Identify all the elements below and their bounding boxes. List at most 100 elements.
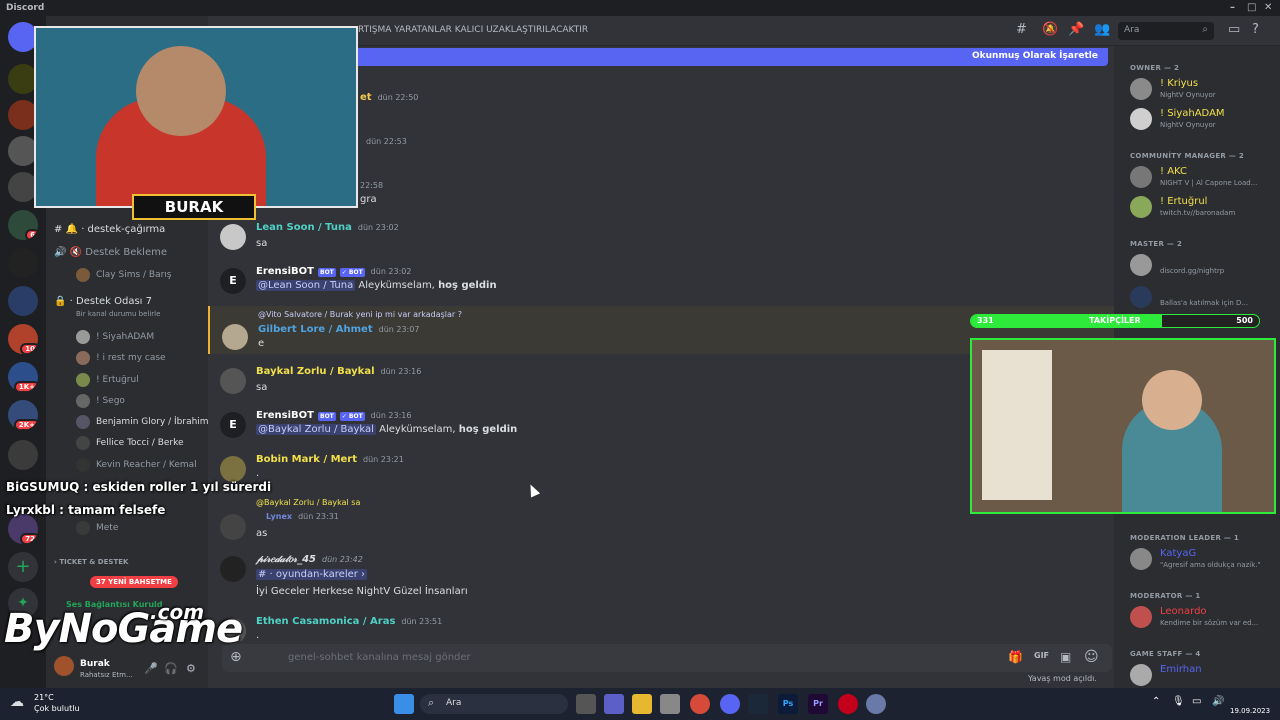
message-composer[interactable]: ⊕ genel-sohbet kanalına mesaj gönder 🎁 G… [222,644,1112,672]
member-list-icon[interactable]: 👥 [1094,22,1110,37]
pin-icon[interactable]: 📌 [1068,22,1084,37]
member-item[interactable]: ! Kriyus NightV Oynuyor [1130,76,1280,102]
voice-member[interactable]: Clay Sims / Barış [76,268,172,282]
task-view-icon[interactable] [576,694,596,714]
avatar[interactable] [220,224,246,250]
server-icon[interactable] [8,286,38,316]
server-icon[interactable]: 2K+ [8,400,38,430]
steam-icon[interactable] [748,694,768,714]
message-author[interactable]: ErensiBOT BOT ✓ BOT dün 23:16 [256,410,412,421]
teams-icon[interactable] [604,694,624,714]
discord-icon[interactable] [720,694,740,714]
member-item[interactable]: ! AKC NIGHT V | Al Capone Load... [1130,164,1280,190]
weather-icon[interactable]: ☁ [10,694,24,710]
network-icon[interactable]: ▭ [1192,696,1201,707]
member-item[interactable]: KatyaG "Agresif ama oldukça nazik." [1130,546,1280,572]
help-icon[interactable]: ? [1252,22,1259,37]
avatar[interactable] [220,514,246,540]
message-author[interactable]: ErensiBOT BOT ✓ BOT dün 23:02 [256,266,412,277]
voice-member[interactable]: ! Ertuğrul [76,373,139,387]
member-item[interactable]: discord.gg/nightrp [1130,252,1280,278]
mark-as-read-button[interactable]: Okunmuş Olarak İşaretle [972,51,1098,61]
channel-link[interactable]: # · oyundan-kareler › [256,569,368,580]
member-item[interactable]: Leonardo Kendime bir sözüm var ed... [1130,604,1280,630]
message-author[interactable]: Gilbert Lore / Ahmet dün 23:07 [258,324,419,335]
search-input[interactable]: Ara ⌕ [1118,22,1214,40]
category-ticket-destek[interactable]: › TICKET & DESTEK [54,558,128,566]
mic-tray-icon[interactable]: 🎙 [1172,696,1185,707]
message-author[interactable]: Lean Soon / Tuna dün 23:02 [256,222,399,233]
member-item[interactable]: ! Ertuğrul twitch.tv//baronadam [1130,194,1280,220]
voice-member[interactable]: ! SiyahADAM [76,330,154,344]
inbox-icon[interactable]: ▭ [1228,22,1240,37]
message-header: 22:58 [354,180,383,191]
file-explorer-icon[interactable] [632,694,652,714]
taskbar-search[interactable]: ⌕ Ara [420,694,568,714]
voice-member[interactable]: Kevin Reacher / Kemal [76,458,197,472]
server-icon[interactable]: 10 [8,324,38,354]
user-avatar[interactable] [54,656,74,676]
server-icon[interactable] [8,248,38,278]
bot-avatar[interactable]: E [220,268,246,294]
channel-destek-bekleme[interactable]: 🔊 🔇 Destek Bekleme [54,247,167,258]
gift-icon[interactable]: 🎁 [1008,650,1023,664]
headphones-icon[interactable]: 🎧 [164,662,178,675]
avatar [76,436,90,450]
tray-chevron-icon[interactable]: ⌃ [1152,696,1160,707]
new-messages-banner[interactable]: Okunmuş Olarak İşaretle [352,48,1108,66]
voice-member[interactable]: ! i rest my case [76,351,166,365]
sticker-icon[interactable]: ▣ [1060,650,1071,664]
avatar[interactable] [220,556,246,582]
settings-gear-icon[interactable]: ⚙ [186,662,196,675]
new-mentions-badge[interactable]: 37 YENİ BAHSETME [90,576,178,588]
member-item[interactable]: ! SiyahADAM NightV Oynuyor [1130,106,1280,132]
app-icon[interactable] [866,694,886,714]
avatar[interactable] [222,324,248,350]
minimize-icon[interactable]: – [1230,2,1235,13]
channel-destek-cagirma[interactable]: # 🔔 · destek-çağırma [54,224,165,235]
emoji-icon[interactable]: ☺ [1084,649,1099,665]
photoshop-icon[interactable]: Ps [778,694,798,714]
close-icon[interactable]: ✕ [1264,2,1272,13]
reply-reference[interactable]: @Vito Salvatore / Burak yeni ip mi var a… [258,310,462,319]
gif-icon[interactable]: GIF [1034,651,1049,660]
message-author[interactable]: 𝓅𝒾𝓇𝑒𝒹𝒶𝓉𝑜𝓇_45 dün 23:42 [256,554,363,565]
user-mention[interactable]: @Lean Soon / Tuna [256,280,356,291]
volume-icon[interactable]: 🔊 [1212,696,1224,707]
start-icon[interactable] [394,694,414,714]
store-icon[interactable] [660,694,680,714]
reply-reference[interactable]: @Baykal Zorlu / Baykal sa [256,498,360,507]
mute-bell-icon[interactable]: 🔕 [1042,22,1058,37]
opera-icon[interactable] [838,694,858,714]
avatar[interactable] [220,368,246,394]
message-author[interactable]: Ethen Casamonica / Aras dün 23:51 [256,616,442,627]
voice-member[interactable]: Benjamin Glory / İbrahim [76,415,209,429]
voice-member[interactable]: ! Sego [76,394,125,408]
user-mention[interactable]: @Baykal Zorlu / Baykal [256,424,376,435]
voice-member[interactable]: Mete [76,521,118,535]
message-author[interactable]: Baykal Zorlu / Baykal dün 23:16 [256,366,421,377]
message-author[interactable]: et dün 22:50 [360,92,418,103]
member-item[interactable]: Ballas'a katılmak için D... [1130,284,1280,310]
add-server-icon[interactable]: + [8,552,38,582]
member-item[interactable]: Emirhan [1130,662,1280,688]
server-icon[interactable]: 6 [8,210,38,240]
chrome-icon[interactable] [690,694,710,714]
server-icon[interactable] [8,440,38,470]
avatar[interactable] [220,456,246,482]
message-author[interactable]: Lynex dün 23:31 [266,512,339,521]
message-author[interactable]: Bobin Mark / Mert dün 23:21 [256,454,404,465]
windows-taskbar: ☁ 21°C Çok bulutlu ⌕ Ara Ps Pr ⌃ 🎙 ▭ 🔊 1… [0,688,1280,720]
channel-label: Destek Bekleme [85,247,167,258]
threads-icon[interactable]: # [1016,22,1027,37]
microphone-icon[interactable]: 🎤 [144,662,158,675]
channel-destek-odasi-7[interactable]: 🔒 · Destek Odası 7 [54,296,152,307]
premiere-icon[interactable]: Pr [808,694,828,714]
maximize-icon[interactable]: □ [1247,2,1256,13]
bot-avatar[interactable]: E [220,412,246,438]
server-icon[interactable]: 72 [8,514,38,544]
bynogame-logo: ByNoGame [4,606,243,652]
channel-status[interactable]: Bir kanal durumu belirle [76,310,160,318]
voice-member[interactable]: Fellice Tocci / Berke [76,436,184,450]
server-icon[interactable]: 1K+ [8,362,38,392]
